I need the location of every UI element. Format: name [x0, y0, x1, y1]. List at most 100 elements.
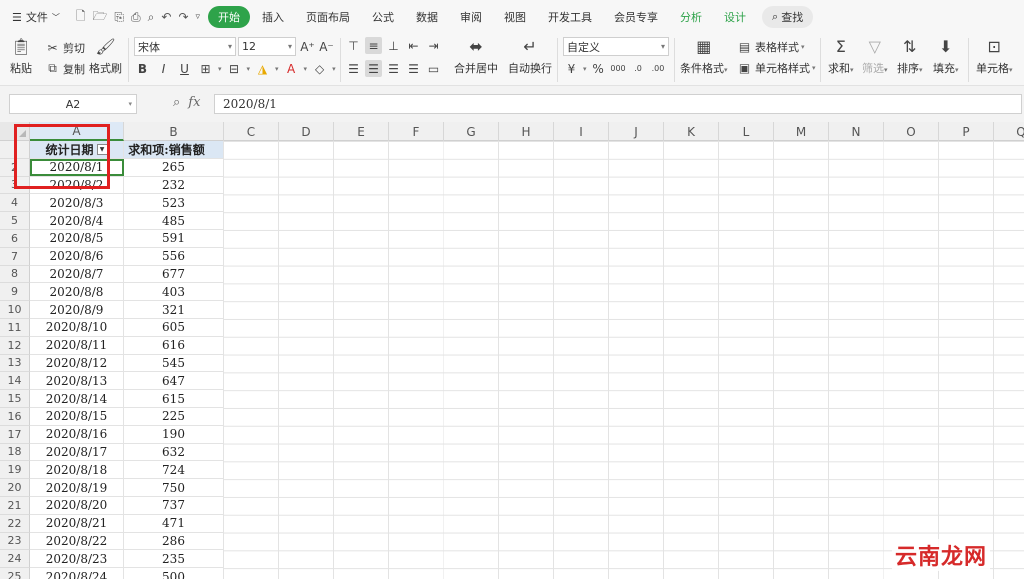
tab-1[interactable]: 插入: [252, 6, 294, 28]
date-cell[interactable]: 2020/8/8: [30, 283, 124, 301]
row-header[interactable]: 20: [0, 479, 30, 497]
new-file-icon[interactable]: 🗋: [76, 7, 86, 28]
sales-cell[interactable]: 286: [124, 532, 224, 550]
merge-center-button[interactable]: ⬌ 合并居中: [454, 36, 498, 76]
font-color-icon[interactable]: A: [283, 60, 300, 77]
sales-cell[interactable]: 677: [124, 265, 224, 283]
date-cell[interactable]: 2020/8/22: [30, 532, 124, 550]
sales-cell[interactable]: 591: [124, 229, 224, 247]
row-header[interactable]: [0, 141, 30, 159]
conditional-format-button[interactable]: ▦ 条件格式▾: [680, 36, 728, 76]
sales-cell[interactable]: 632: [124, 443, 224, 461]
sales-cell[interactable]: 235: [124, 550, 224, 568]
formula-input[interactable]: 2020/8/1: [214, 94, 1022, 114]
row-header[interactable]: 6: [0, 229, 30, 248]
table-style-button[interactable]: ▤ 表格样式 ▾: [736, 38, 805, 55]
increase-decimal-icon[interactable]: .0: [630, 60, 647, 77]
sales-cell[interactable]: 403: [124, 283, 224, 301]
column-header-l[interactable]: L: [719, 122, 774, 141]
open-file-icon[interactable]: 🗁: [93, 7, 108, 28]
increase-indent-icon[interactable]: ⇥: [425, 37, 442, 54]
filter-button[interactable]: ▽ 筛选▾: [862, 36, 888, 76]
number-format-select[interactable]: 自定义 ▾: [563, 37, 669, 56]
header-date-cell[interactable]: 统计日期 ▼: [30, 141, 124, 158]
column-header-o[interactable]: O: [884, 122, 939, 141]
row-header[interactable]: 3: [0, 176, 30, 195]
date-cell[interactable]: 2020/8/10: [30, 318, 124, 336]
sales-cell[interactable]: 616: [124, 336, 224, 354]
sales-cell[interactable]: 232: [124, 176, 224, 194]
date-cell[interactable]: 2020/8/4: [30, 212, 124, 229]
paste-button[interactable]: 📋︎ 粘贴: [10, 36, 32, 76]
row-header[interactable]: 4: [0, 194, 30, 213]
column-header-h[interactable]: H: [499, 122, 554, 141]
column-header-b[interactable]: B: [124, 122, 224, 141]
more-icon[interactable]: ▿: [196, 12, 201, 22]
date-cell[interactable]: 2020/8/5: [30, 229, 124, 247]
sales-cell[interactable]: 321: [124, 301, 224, 318]
sales-cell[interactable]: 485: [124, 212, 224, 229]
row-header[interactable]: 14: [0, 372, 30, 391]
search-button[interactable]: ⌕ 查找: [762, 6, 814, 28]
tab-0[interactable]: 开始: [208, 6, 251, 28]
thousands-icon[interactable]: 000: [610, 60, 627, 77]
row-header[interactable]: 5: [0, 212, 30, 230]
column-header-i[interactable]: I: [554, 122, 609, 141]
date-cell[interactable]: 2020/8/11: [30, 336, 124, 354]
date-cell[interactable]: 2020/8/17: [30, 443, 124, 461]
column-header-k[interactable]: K: [664, 122, 719, 141]
row-header[interactable]: 9: [0, 283, 30, 302]
row-header[interactable]: 19: [0, 461, 30, 480]
sales-cell[interactable]: 471: [124, 514, 224, 532]
distributed-icon[interactable]: ▭: [425, 60, 442, 77]
tab-8[interactable]: 会员专享: [604, 6, 668, 28]
column-header-n[interactable]: N: [829, 122, 884, 141]
row-header[interactable]: 23: [0, 532, 30, 551]
sales-cell[interactable]: 647: [124, 372, 224, 390]
sales-cell[interactable]: 615: [124, 390, 224, 407]
date-cell[interactable]: 2020/8/21: [30, 514, 124, 532]
print-icon[interactable]: ⎙: [131, 10, 141, 25]
tab-2[interactable]: 页面布局: [296, 6, 360, 28]
fx-icon[interactable]: fx: [188, 95, 200, 110]
highlight-icon[interactable]: ◮: [254, 60, 271, 77]
sales-cell[interactable]: 556: [124, 247, 224, 265]
sales-cell[interactable]: 605: [124, 318, 224, 336]
column-header-m[interactable]: M: [774, 122, 829, 141]
date-cell[interactable]: 2020/8/18: [30, 461, 124, 479]
column-header-d[interactable]: D: [279, 122, 334, 141]
currency-icon[interactable]: ¥: [563, 60, 580, 77]
fill-button[interactable]: ⬇ 填充▾: [933, 36, 959, 76]
eraser-icon[interactable]: ◇: [311, 60, 328, 77]
date-cell[interactable]: 2020/8/15: [30, 407, 124, 425]
column-header-q[interactable]: Q: [994, 122, 1024, 141]
cell-style-button[interactable]: ▣ 单元格样式 ▾: [736, 59, 816, 76]
row-header[interactable]: 24: [0, 550, 30, 569]
row-header[interactable]: 21: [0, 496, 30, 515]
decrease-font-icon[interactable]: A⁻: [318, 38, 335, 55]
undo-icon[interactable]: ↶: [161, 10, 171, 24]
date-cell[interactable]: 2020/8/1: [30, 158, 124, 176]
redo-icon[interactable]: ↷: [178, 10, 188, 24]
decrease-decimal-icon[interactable]: .00: [650, 60, 667, 77]
row-header[interactable]: 25: [0, 568, 30, 579]
print-preview-icon[interactable]: ⌕: [148, 10, 155, 25]
italic-icon[interactable]: I: [155, 60, 172, 77]
wrap-text-button[interactable]: ↵ 自动换行: [508, 36, 552, 76]
file-menu[interactable]: ☰ 文件 ﹀: [0, 9, 68, 25]
row-header[interactable]: 18: [0, 443, 30, 462]
save-icon[interactable]: ⎘: [114, 10, 124, 25]
tab-4[interactable]: 数据: [406, 6, 448, 28]
sales-cell[interactable]: 523: [124, 194, 224, 212]
row-header[interactable]: 10: [0, 301, 30, 319]
align-center-icon[interactable]: ☰: [365, 60, 382, 77]
header-sales-cell[interactable]: 求和项:销售额: [124, 141, 224, 158]
align-bottom-icon[interactable]: ⊥: [385, 37, 402, 54]
row-header[interactable]: 8: [0, 265, 30, 284]
sales-cell[interactable]: 545: [124, 354, 224, 372]
date-cell[interactable]: 2020/8/7: [30, 265, 124, 283]
tab-5[interactable]: 审阅: [450, 6, 492, 28]
percent-icon[interactable]: %: [590, 60, 607, 77]
date-cell[interactable]: 2020/8/9: [30, 301, 124, 318]
align-left-icon[interactable]: ☰: [345, 60, 362, 77]
